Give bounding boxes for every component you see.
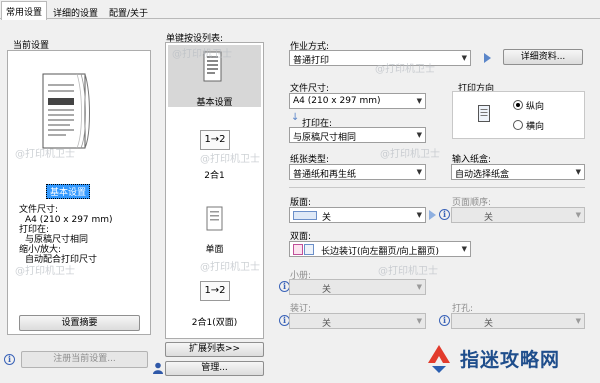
tab-label: 配置/关于 [109,9,149,19]
info-icon: i [4,354,15,365]
duplex-icon [293,244,317,255]
preset-label: 单面 [205,245,224,255]
expand-list-button[interactable]: 扩展列表>> [165,342,264,357]
detail-value: A4 (210 x 297 mm) [25,215,113,225]
portrait-radio-label: 纵向 [526,102,545,112]
watermark-text: @打印机卫士 [200,262,260,273]
chevron-down-icon: ▼ [575,317,581,325]
landscape-radio-label: 横向 [526,122,545,132]
orientation-group: 纵向 横向 [452,91,585,139]
brand-logo-icon [423,342,455,377]
input-tray-value: 自动选择纸盒 [455,170,510,180]
chevron-down-icon: ▼ [461,245,467,253]
portrait-radio[interactable] [513,100,523,110]
input-tray-select[interactable]: 自动选择纸盒 ▼ [451,164,585,180]
current-settings-panel: 基本设置 文件尺寸: A4 (210 x 297 mm) 打印在: 与原稿尺寸相… [7,50,151,335]
booklet-value: 关 [322,285,332,295]
info-icon: i [439,209,450,220]
preset-label: 基本设置 [196,98,233,108]
stapling-select[interactable]: 关 ▼ [289,313,426,329]
tab-configuration-about[interactable]: 配置/关于 [104,2,153,19]
chevron-down-icon: ▼ [416,317,422,325]
stapling-value: 关 [322,319,332,329]
chevron-down-icon: ▼ [416,283,422,291]
tab-label: 详细的设置 [53,9,99,19]
punch-value: 关 [484,319,494,329]
settings-summary-button[interactable]: 设置摘要 [19,315,140,331]
chevron-down-icon: ▼ [575,168,581,176]
current-settings-details: 文件尺寸: A4 (210 x 297 mm) 打印在: 与原稿尺寸相同 缩小/… [19,205,113,265]
brand-text: 指迷攻略网 [460,349,561,371]
watermark-text: @打印机卫士 [378,266,438,277]
play-icon [484,53,491,63]
chevron-down-icon: ▼ [416,211,422,219]
register-current-settings-button[interactable]: 注册当前设置... [21,351,148,368]
preset-item-single-sided[interactable]: 单面 [168,198,261,255]
punch-select[interactable]: 关 ▼ [451,313,585,329]
tab-common-settings[interactable]: 常用设置 [1,1,48,20]
paper-type-value: 普通纸和再生纸 [293,170,357,180]
paper-size-select[interactable]: A4 (210 x 297 mm) ▼ [289,93,426,109]
user-icon [153,362,163,377]
watermark-text: @打印机卫士 [380,149,440,160]
paper-size-value: A4 (210 x 297 mm) [293,96,381,106]
separator [289,187,585,188]
chevron-down-icon: ▼ [575,211,581,219]
details-button[interactable]: 详细资料... [503,49,583,65]
detail-label: 文件尺寸: [19,205,59,215]
layout-value: 关 [322,213,332,223]
duplex-value: 长边装订(向左翻页/向上翻页) [321,247,440,257]
two-in-one-icon: 1→2 [200,130,230,150]
watermark-text: @打印机卫士 [375,64,435,75]
two-in-one-duplex-icon: 1→2 [200,281,230,301]
tab-detailed-settings[interactable]: 详细的设置 [48,2,103,19]
layout-select[interactable]: 关 ▼ [289,207,426,223]
chevron-down-icon: ▼ [461,54,467,62]
preset-label: 2合1 [204,171,225,181]
print-on-value: 与原稿尺寸相同 [293,133,357,143]
watermark-text: @打印机卫士 [172,49,232,60]
play-icon [429,210,436,220]
arrow-down-icon: ↓ [291,112,300,123]
tab-label: 常用设置 [6,8,43,18]
duplex-select[interactable]: 长边装订(向左翻页/向上翻页) ▼ [289,241,471,257]
chevron-down-icon: ▼ [416,97,422,105]
preset-item-2in1-duplex[interactable]: 1→2 2合1(双面) [168,273,261,329]
page-order-select[interactable]: 关 ▼ [451,207,585,223]
watermark-text: @打印机卫士 [200,154,260,165]
watermark-text: @打印机卫士 [15,149,75,160]
document-preview-icon [37,64,95,152]
manage-button[interactable]: 管理... [165,361,264,376]
job-mode-value: 普通打印 [293,56,330,66]
preset-label: 2合1(双面) [191,318,238,328]
single-sided-icon [206,206,224,235]
detail-label: 缩小/放大: [19,245,62,255]
page-order-value: 关 [484,213,494,223]
chevron-down-icon: ▼ [416,131,422,139]
detail-value: 与原稿尺寸相同 [25,235,89,245]
selected-preset-caption: 基本设置 [46,184,91,199]
layout-icon [293,211,317,220]
detail-label: 打印在: [19,225,50,235]
landscape-radio[interactable] [513,120,523,130]
paper-type-select[interactable]: 普通纸和再生纸 ▼ [289,164,426,180]
watermark-text: @打印机卫士 [15,266,75,277]
preset-list: 基本设置 1→2 2合1 单面 1→2 2合1(双面) [165,42,264,339]
print-on-select[interactable]: 与原稿尺寸相同 ▼ [289,127,426,143]
chevron-down-icon: ▼ [416,168,422,176]
booklet-select[interactable]: 关 ▼ [289,279,426,295]
info-icon: i [439,315,450,326]
portrait-page-icon [478,105,490,125]
